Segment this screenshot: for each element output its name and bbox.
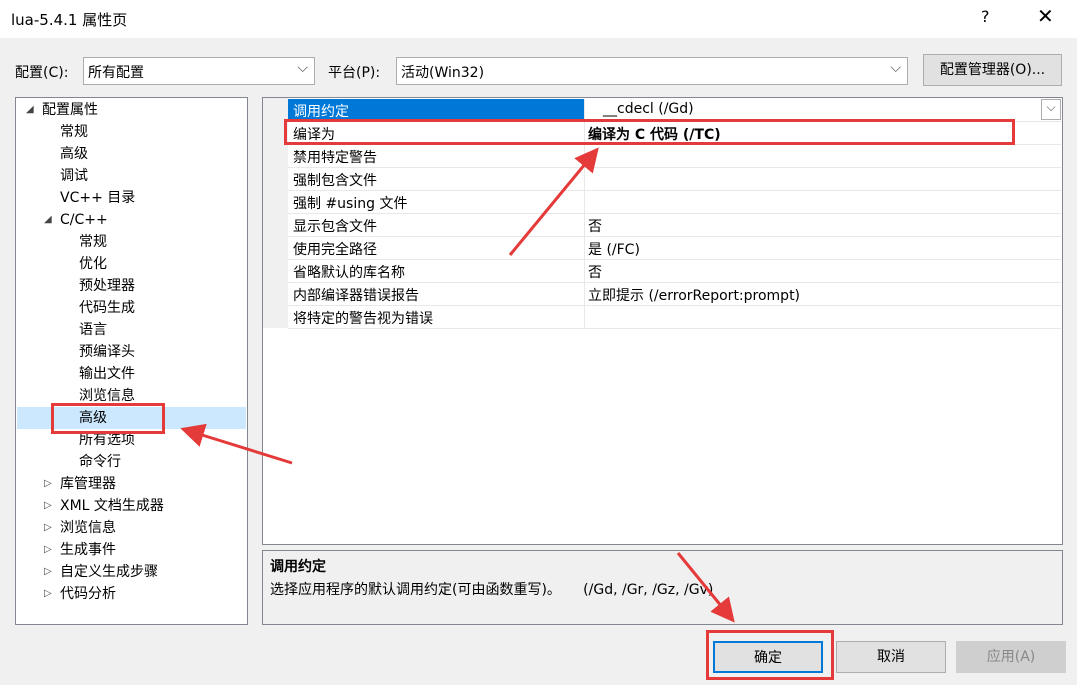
annotation-arrows: [180, 147, 735, 623]
arrow-to-advanced: [180, 423, 293, 465]
arrow-to-ok: [676, 552, 735, 623]
arrow-to-compile-as: [508, 147, 599, 256]
